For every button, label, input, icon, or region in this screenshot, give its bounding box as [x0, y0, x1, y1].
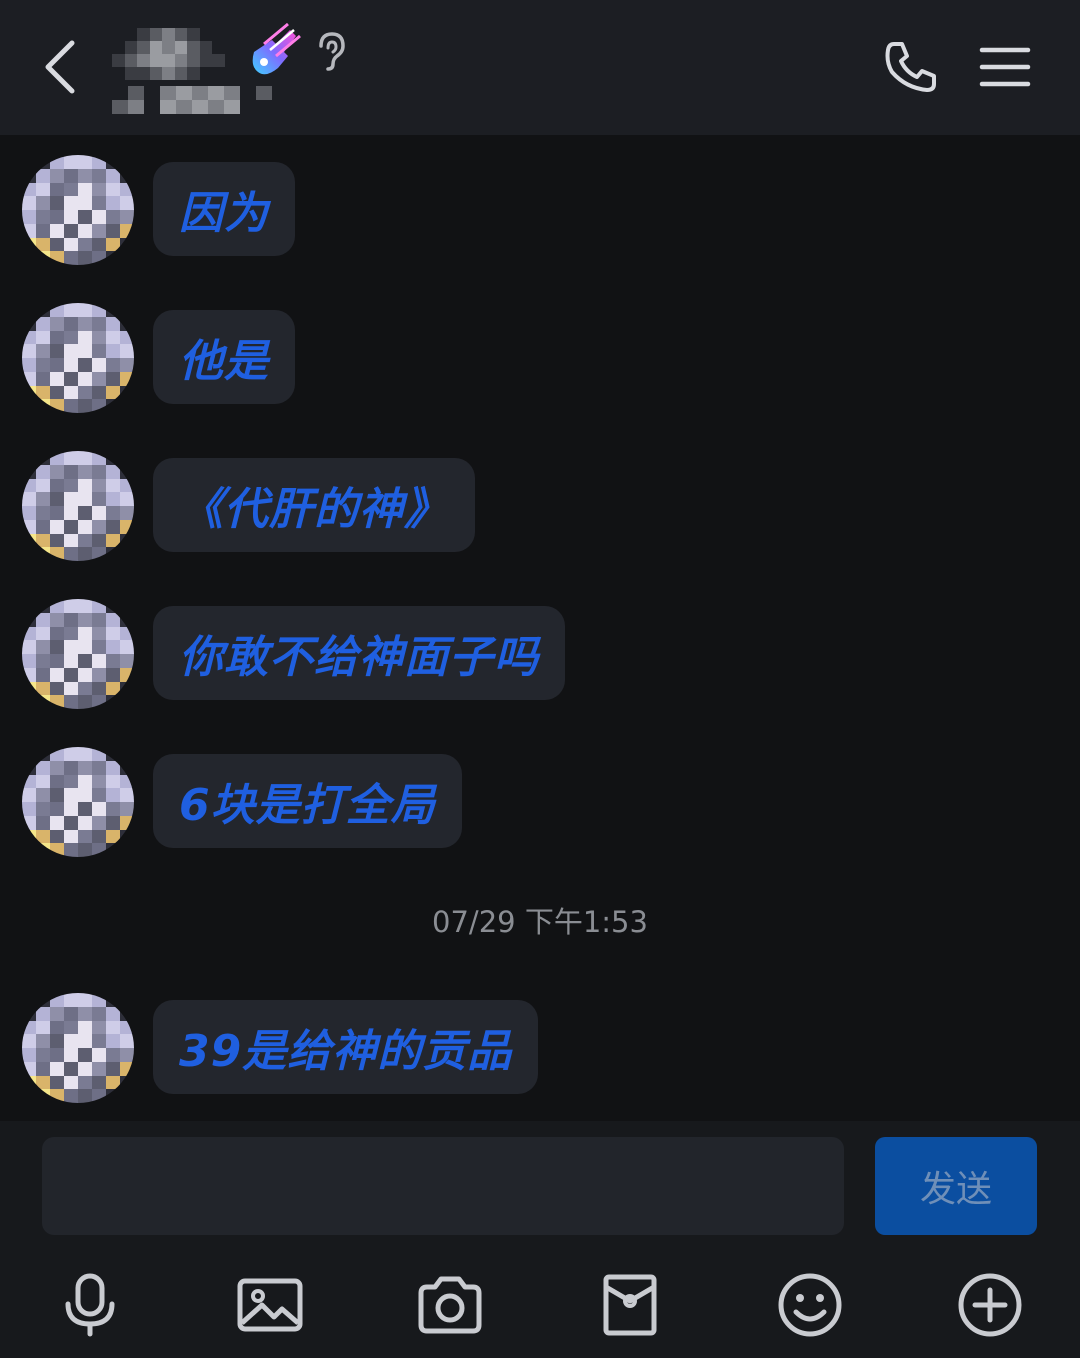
- compose-toolbar: [0, 1251, 1080, 1358]
- emoji-icon: [778, 1273, 842, 1337]
- hamburger-menu-icon: [979, 47, 1031, 87]
- back-button[interactable]: [30, 30, 90, 104]
- camera-icon: [418, 1276, 482, 1334]
- message-text: 39是给神的贡品: [179, 1026, 513, 1077]
- emoji-button[interactable]: [774, 1269, 846, 1341]
- message-row: 《代肝的神》: [0, 451, 1080, 561]
- message-text: 《代肝的神》: [179, 484, 449, 535]
- message-text: 因为: [179, 188, 269, 239]
- message-text: 你敢不给神面子吗: [179, 632, 539, 683]
- red-packet-button[interactable]: [594, 1269, 666, 1341]
- send-button[interactable]: 发送: [875, 1137, 1037, 1235]
- message-row: 39是给神的贡品: [0, 993, 1080, 1103]
- message-bubble[interactable]: 因为: [153, 162, 295, 256]
- message-timestamp: 07/29 下午1:53: [432, 905, 648, 939]
- contact-subtitle-mosaic: [112, 86, 272, 114]
- ear-icon: [315, 30, 349, 72]
- contact-name-mosaic: [112, 28, 237, 80]
- avatar[interactable]: [22, 155, 134, 265]
- message-row: 6块是打全局: [0, 747, 1080, 857]
- contact-name[interactable]: [112, 26, 272, 114]
- menu-button[interactable]: [978, 44, 1032, 90]
- photo-album-button[interactable]: [234, 1269, 306, 1341]
- message-row: 他是: [0, 303, 1080, 413]
- camera-button[interactable]: [414, 1269, 486, 1341]
- phone-icon: [885, 42, 936, 92]
- message-row: 你敢不给神面子吗: [0, 599, 1080, 709]
- chevron-left-icon: [45, 40, 75, 94]
- message-text: 6块是打全局: [179, 780, 436, 831]
- message-bubble[interactable]: 你敢不给神面子吗: [153, 606, 565, 700]
- message-bubble[interactable]: 他是: [153, 310, 295, 404]
- chat-header: [0, 0, 1080, 135]
- image-icon: [237, 1278, 303, 1332]
- avatar[interactable]: [22, 993, 134, 1103]
- voice-call-button[interactable]: [880, 38, 942, 96]
- message-bubble[interactable]: 39是给神的贡品: [153, 1000, 539, 1094]
- message-bubble[interactable]: 6块是打全局: [153, 754, 462, 848]
- avatar[interactable]: [22, 747, 134, 857]
- more-actions-button[interactable]: [954, 1269, 1026, 1341]
- message-row: 因为: [0, 155, 1080, 265]
- plus-icon: [958, 1273, 1022, 1337]
- voice-input-button[interactable]: [54, 1269, 126, 1341]
- message-text: 他是: [179, 336, 269, 387]
- guitar-badge-icon: [244, 22, 302, 80]
- red-packet-icon: [603, 1274, 657, 1336]
- avatar[interactable]: [22, 599, 134, 709]
- avatar[interactable]: [22, 303, 134, 413]
- message-input[interactable]: [42, 1137, 844, 1235]
- message-bubble[interactable]: 《代肝的神》: [153, 458, 475, 552]
- avatar[interactable]: [22, 451, 134, 561]
- microphone-icon: [65, 1273, 115, 1337]
- compose-bar: 发送: [0, 1121, 1080, 1251]
- message-list[interactable]: 因为 他是 《代肝的神》 你敢不给神面子吗 6块是打全局 07/29 下午1:5…: [0, 135, 1080, 1121]
